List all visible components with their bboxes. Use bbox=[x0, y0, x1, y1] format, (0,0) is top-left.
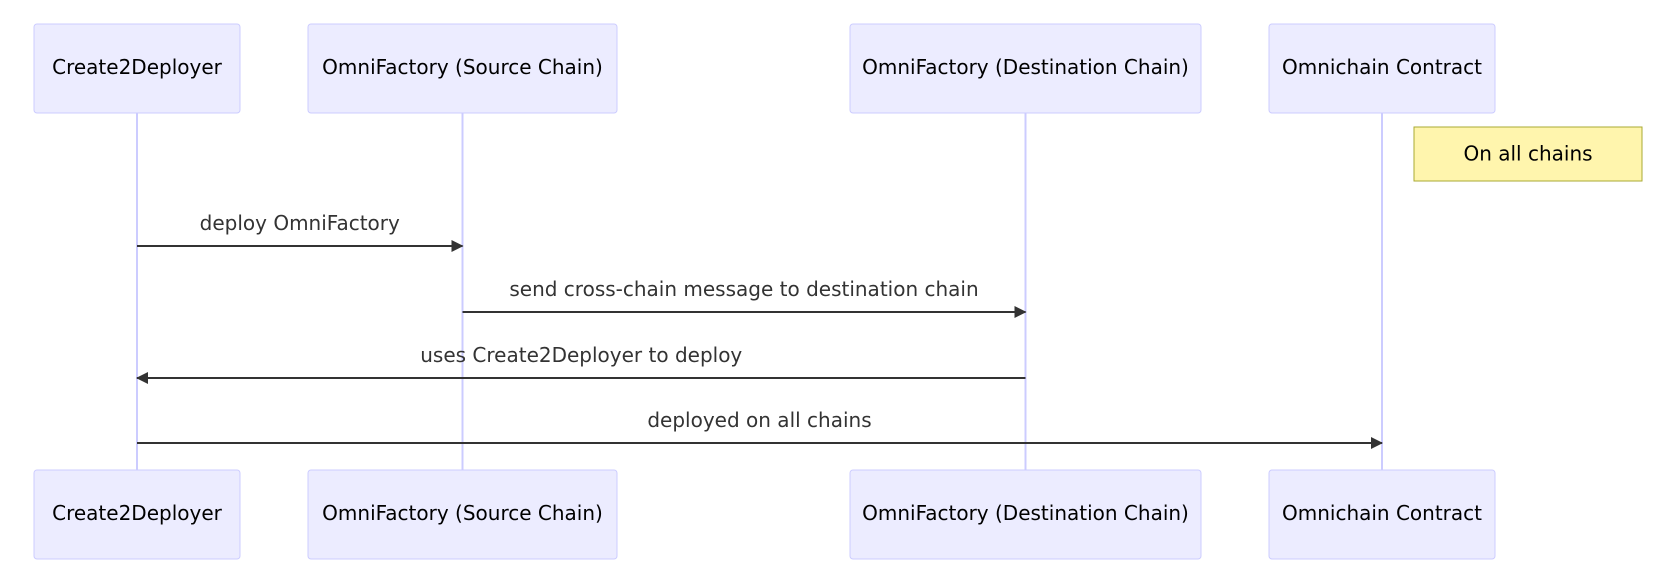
message-label: uses Create2Deployer to deploy bbox=[420, 343, 742, 367]
actor-dst-top: OmniFactory (Destination Chain) bbox=[849, 23, 1202, 114]
message-4: deployed on all chains bbox=[137, 408, 1383, 449]
actor-label: Omnichain Contract bbox=[1282, 55, 1482, 79]
actor-c2d-top: Create2Deployer bbox=[33, 23, 241, 114]
actor-occ-bottom: Omnichain Contract bbox=[1268, 469, 1496, 560]
actor-src-top: OmniFactory (Source Chain) bbox=[307, 23, 618, 114]
actor-label: OmniFactory (Destination Chain) bbox=[862, 55, 1189, 79]
actor-c2d-bottom: Create2Deployer bbox=[33, 469, 241, 560]
actor-label: Create2Deployer bbox=[52, 501, 223, 525]
message-label: send cross-chain message to destination … bbox=[509, 277, 978, 301]
note: On all chains bbox=[1413, 126, 1643, 182]
message-label: deployed on all chains bbox=[647, 408, 871, 432]
actor-label: OmniFactory (Source Chain) bbox=[322, 501, 603, 525]
message-label: deploy OmniFactory bbox=[200, 211, 400, 235]
sequence-diagram: Create2Deployer OmniFactory (Source Chain… bbox=[33, 23, 1643, 560]
message-3: uses Create2Deployer to deploy bbox=[136, 343, 1026, 384]
actor-dst-bottom: OmniFactory (Destination Chain) bbox=[849, 469, 1202, 560]
actor-occ-top: Omnichain Contract bbox=[1268, 23, 1496, 114]
message-1: deploy OmniFactory bbox=[137, 211, 464, 252]
actor-label: Omnichain Contract bbox=[1282, 501, 1482, 525]
actor-label: OmniFactory (Destination Chain) bbox=[862, 501, 1189, 525]
actor-src-bottom: OmniFactory (Source Chain) bbox=[307, 469, 618, 560]
note-text: On all chains bbox=[1463, 142, 1592, 166]
actor-label: OmniFactory (Source Chain) bbox=[322, 55, 603, 79]
message-2: send cross-chain message to destination … bbox=[462, 277, 1027, 318]
actor-label: Create2Deployer bbox=[52, 55, 223, 79]
